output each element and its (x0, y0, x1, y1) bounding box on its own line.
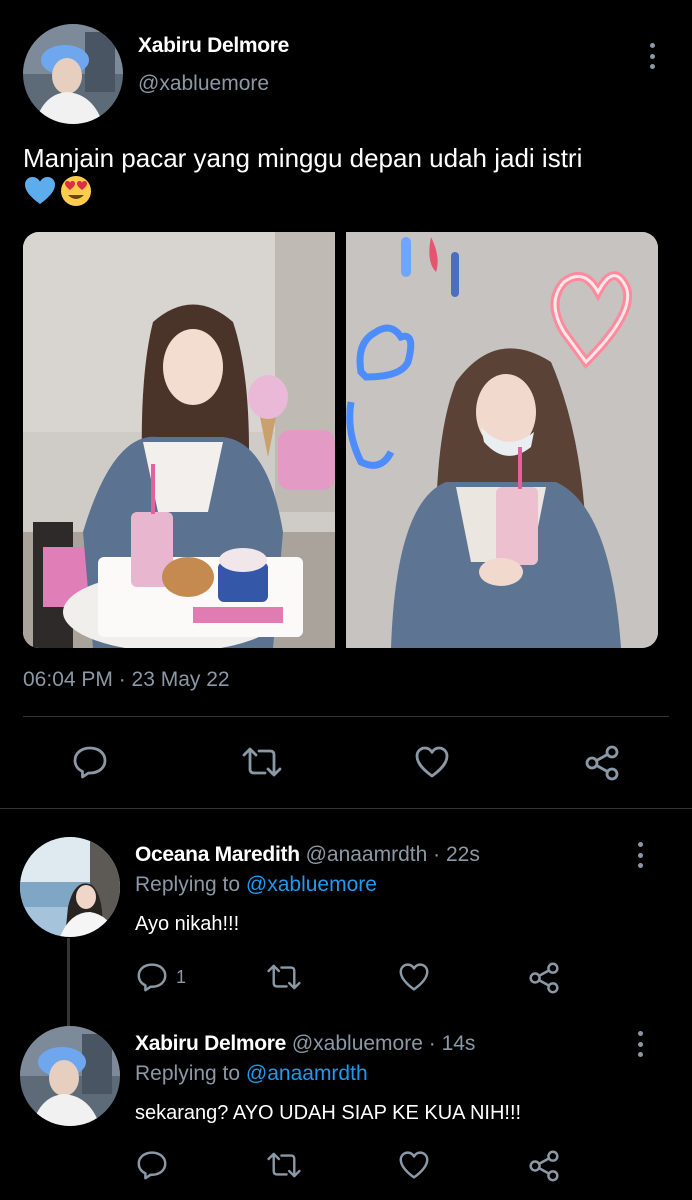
reply-age: · 22s (433, 843, 480, 866)
reply-icon (137, 1151, 167, 1180)
replying-to: Replying to @xabluemore (135, 873, 377, 897)
reply-author-handle[interactable]: @anaamrdth (306, 843, 428, 866)
more-icon[interactable] (637, 842, 643, 868)
blue-heart-icon (25, 177, 55, 204)
share-icon (529, 962, 559, 994)
replying-to-link[interactable]: @anaamrdth (246, 1062, 368, 1085)
reply-text: sekarang? AYO UDAH SIAP KE KUA NIH!!! (135, 1102, 522, 1124)
reply-text: Ayo nikah!!! (135, 913, 240, 935)
reply-header: Oceana Maredith @anaamrdth · 22s (135, 843, 480, 867)
reply-author-name[interactable]: Xabiru Delmore (135, 1032, 286, 1055)
tweet-text: Manjain pacar yang minggu depan udah jad… (23, 143, 583, 173)
reply-button[interactable] (72, 745, 108, 779)
author-name[interactable]: Xabiru Delmore (138, 34, 289, 58)
share-icon (585, 745, 619, 781)
like-button[interactable] (414, 745, 450, 779)
tweet-emojis (23, 174, 93, 208)
main-tweet: Xabiru Delmore @xabluemore Manjain pacar… (0, 0, 692, 808)
reply-count: 1 (176, 966, 187, 987)
share-button[interactable] (584, 745, 620, 781)
reply-age: · 14s (428, 1032, 476, 1055)
retweet-button[interactable] (266, 962, 302, 992)
avatar[interactable] (20, 1026, 120, 1126)
more-icon[interactable] (649, 43, 655, 69)
like-icon (415, 746, 449, 778)
like-icon (399, 963, 429, 991)
like-button[interactable] (398, 962, 430, 992)
more-icon[interactable] (637, 1031, 643, 1057)
retweet-button[interactable] (266, 1150, 302, 1180)
reply-header: Xabiru Delmore @xabluemore · 14s (135, 1032, 475, 1056)
replying-to-link[interactable]: @xabluemore (246, 873, 377, 896)
replying-to: Replying to @anaamrdth (135, 1062, 368, 1086)
author-handle[interactable]: @xabluemore (138, 72, 269, 96)
share-button[interactable] (528, 1150, 560, 1182)
like-icon (399, 1151, 429, 1179)
tweet-timestamp[interactable]: 06:04 PM · 23 May 22 (23, 668, 230, 692)
share-icon (529, 1150, 559, 1182)
retweet-button[interactable] (241, 745, 283, 779)
reply-button[interactable] (136, 1150, 176, 1180)
like-button[interactable] (398, 1150, 430, 1180)
section-divider (0, 808, 692, 809)
replying-label: Replying to (135, 1062, 246, 1085)
replying-label: Replying to (135, 873, 246, 896)
heart-eyes-face-icon (61, 176, 91, 206)
avatar[interactable] (23, 24, 123, 124)
avatar[interactable] (20, 837, 120, 937)
reply-button[interactable]: 1 (136, 962, 186, 992)
divider (23, 716, 669, 717)
share-button[interactable] (528, 962, 560, 994)
retweet-icon (267, 1152, 301, 1178)
thread-line (67, 938, 70, 1026)
reply-author-name[interactable]: Oceana Maredith (135, 843, 300, 866)
reply-icon (73, 746, 107, 779)
reply-icon (137, 963, 167, 992)
retweet-icon (267, 964, 301, 990)
tweet-photo-2[interactable] (346, 232, 658, 648)
retweet-icon (242, 747, 282, 777)
tweet-photo-1[interactable] (23, 232, 335, 648)
reply-author-handle[interactable]: @xabluemore (292, 1032, 423, 1055)
